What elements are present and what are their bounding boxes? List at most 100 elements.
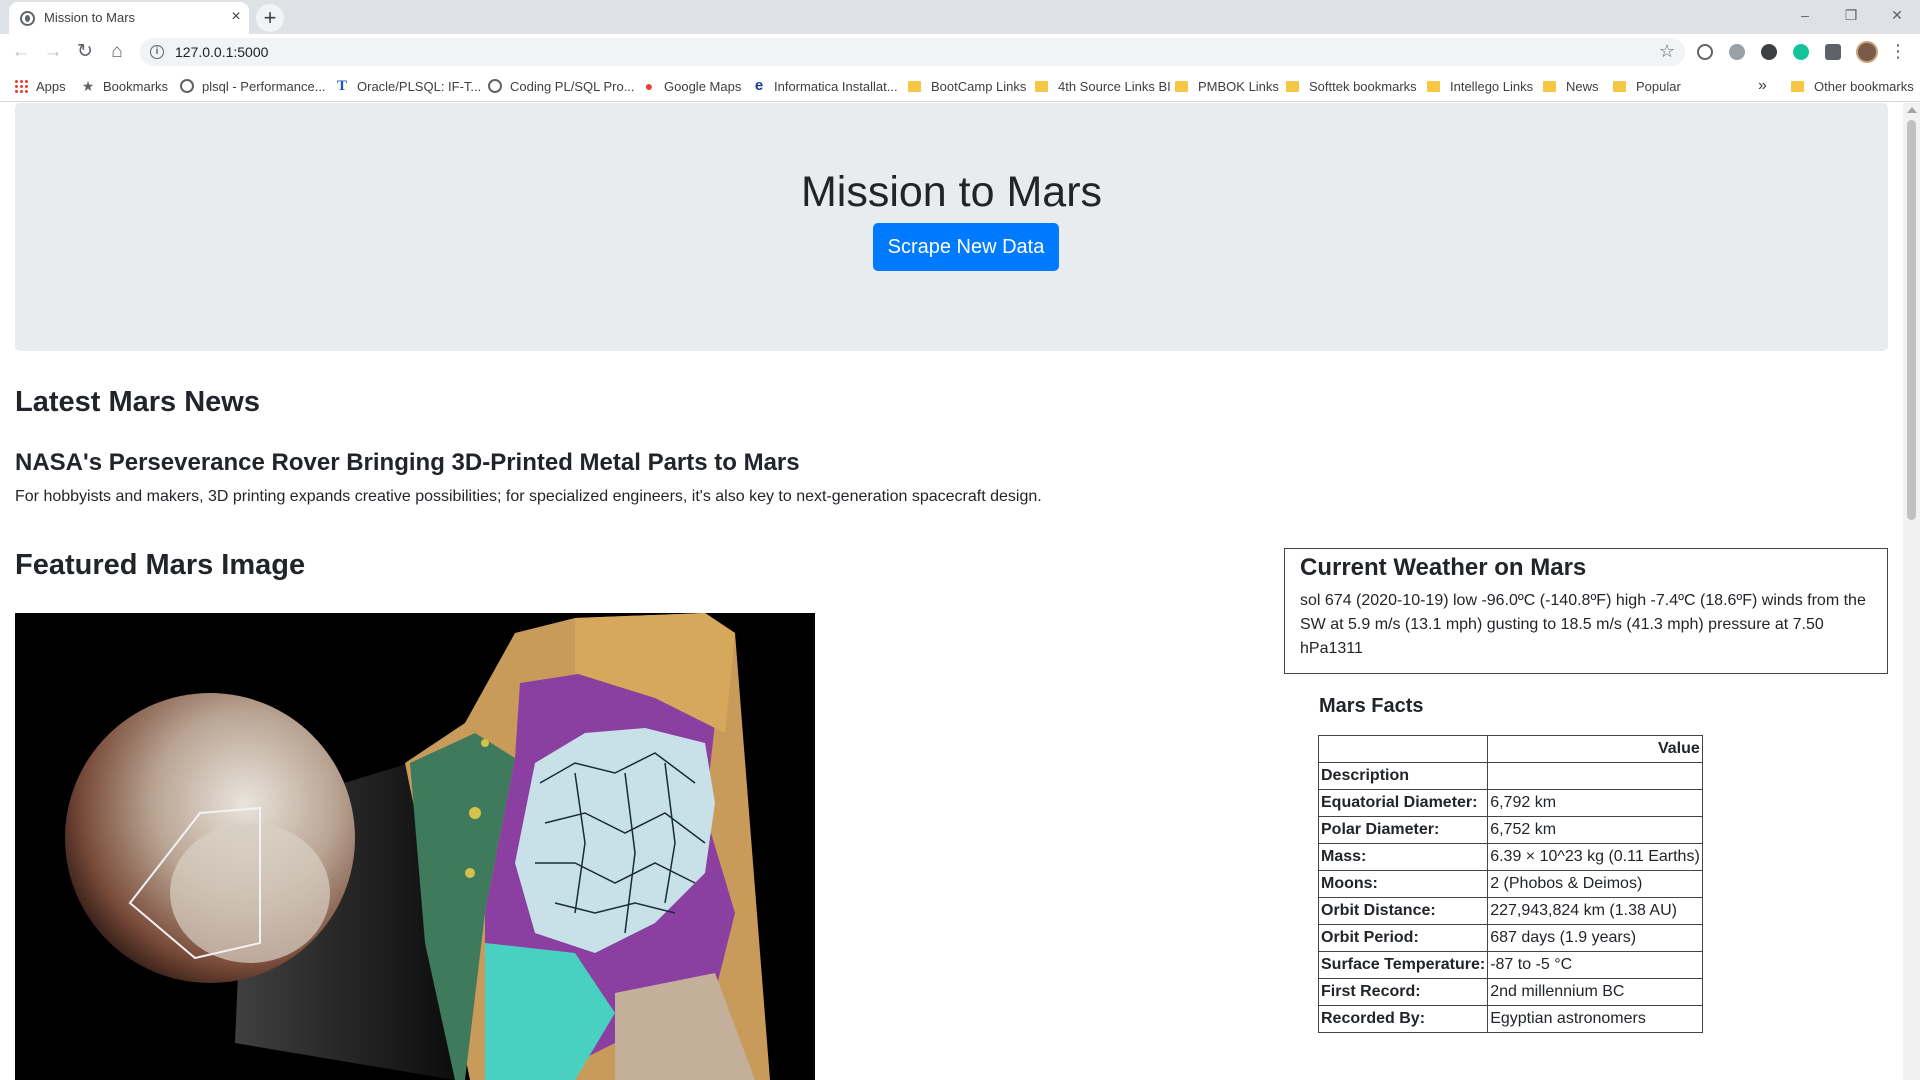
fact-value: 687 days (1.9 years) bbox=[1487, 924, 1703, 952]
mars-facts-table: Value Description Equatorial Diameter: 6,… bbox=[1317, 735, 1703, 1033]
minimize-button[interactable]: – bbox=[1790, 5, 1820, 25]
browser-tab[interactable]: Mission to Mars × bbox=[9, 2, 249, 34]
bookmark-news[interactable]: News bbox=[1543, 76, 1599, 96]
folder-icon bbox=[1613, 80, 1626, 92]
extension-gauge-icon[interactable] bbox=[1697, 44, 1713, 60]
folder-icon bbox=[1543, 80, 1556, 92]
apps-grid-icon bbox=[14, 79, 28, 93]
globe-icon bbox=[20, 11, 35, 26]
globe-icon bbox=[488, 79, 502, 93]
facts-header-row: Value bbox=[1317, 735, 1703, 763]
site-info-icon[interactable]: i bbox=[150, 45, 164, 59]
fact-value: 6,752 km bbox=[1487, 816, 1703, 844]
table-row: Moons: 2 (Phobos & Deimos) bbox=[1317, 870, 1703, 898]
bookmark-apps[interactable]: Apps bbox=[14, 76, 66, 96]
home-button[interactable]: ⌂ bbox=[104, 39, 130, 65]
scroll-up-arrow-icon[interactable] bbox=[1907, 107, 1917, 113]
bookmark-popular[interactable]: Popular bbox=[1613, 76, 1681, 96]
grammarly-icon[interactable] bbox=[1793, 44, 1809, 60]
table-row: Polar Diameter: 6,752 km bbox=[1317, 816, 1703, 844]
new-tab-button[interactable]: + bbox=[256, 4, 284, 32]
facts-header-value: Value bbox=[1487, 735, 1703, 763]
back-button[interactable]: ← bbox=[8, 39, 34, 65]
browser-tabstrip: Mission to Mars × + – ❐ ✕ bbox=[0, 0, 1920, 34]
table-row: Orbit Distance: 227,943,824 km (1.38 AU) bbox=[1317, 897, 1703, 925]
fact-value: 6,792 km bbox=[1487, 789, 1703, 817]
bookmark-bookmarks[interactable]: ★ Bookmarks bbox=[81, 76, 168, 96]
facts-index-row: Description bbox=[1317, 762, 1703, 790]
featured-image-graphic bbox=[15, 613, 815, 1080]
fact-value: 227,943,824 km (1.38 AU) bbox=[1487, 897, 1703, 925]
bookmark-plsql-performance[interactable]: plsql - Performance... bbox=[180, 76, 326, 96]
fact-label: Orbit Period: bbox=[1317, 924, 1489, 952]
map-pin-icon: ● bbox=[644, 78, 654, 94]
forward-button[interactable]: → bbox=[40, 39, 66, 65]
bookmarks-overflow-button[interactable]: » bbox=[1758, 76, 1767, 96]
table-row: Surface Temperature: -87 to -5 °C bbox=[1317, 951, 1703, 979]
bookmark-google-maps[interactable]: ● Google Maps bbox=[642, 76, 742, 96]
featured-mars-image[interactable] bbox=[15, 613, 815, 1080]
bookmark-coding-plsql[interactable]: Coding PL/SQL Pro... bbox=[488, 76, 635, 96]
fact-label: Moons: bbox=[1317, 870, 1489, 898]
featured-image-heading: Featured Mars Image bbox=[15, 549, 306, 581]
folder-icon bbox=[1035, 80, 1048, 92]
table-row: Equatorial Diameter: 6,792 km bbox=[1317, 789, 1703, 817]
folder-icon bbox=[1427, 80, 1440, 92]
bookmark-star-icon[interactable]: ☆ bbox=[1659, 41, 1675, 62]
bookmark-other-bookmarks[interactable]: Other bookmarks bbox=[1791, 76, 1914, 96]
facts-index-empty bbox=[1487, 762, 1703, 790]
restore-button[interactable]: ❐ bbox=[1836, 5, 1866, 25]
page-title: Mission to Mars bbox=[800, 168, 1103, 216]
fact-value: Egyptian astronomers bbox=[1487, 1005, 1703, 1033]
extensions-puzzle-icon[interactable] bbox=[1825, 44, 1841, 60]
bookmark-intellego-links[interactable]: Intellego Links bbox=[1427, 76, 1533, 96]
news-title: NASA's Perseverance Rover Bringing 3D-Pr… bbox=[15, 449, 800, 476]
weather-heading: Current Weather on Mars bbox=[1300, 554, 1587, 581]
bookmarks-bar: Apps ★ Bookmarks plsql - Performance... T… bbox=[0, 70, 1920, 102]
fact-value: 2 (Phobos & Deimos) bbox=[1487, 870, 1703, 898]
folder-icon bbox=[908, 80, 921, 92]
url-text: 127.0.0.1:5000 bbox=[175, 44, 269, 60]
scrape-new-data-button[interactable]: Scrape New Data bbox=[873, 223, 1059, 271]
bookmark-softtek[interactable]: Softtek bookmarks bbox=[1286, 76, 1417, 96]
facts-header-key bbox=[1317, 735, 1489, 763]
t-icon: T bbox=[336, 78, 347, 94]
tab-title: Mission to Mars bbox=[44, 10, 136, 25]
fact-value: 6.39 × 10^23 kg (0.11 Earths) bbox=[1487, 843, 1703, 871]
weather-text: sol 674 (2020-10-19) low -96.0ºC (-140.8… bbox=[1300, 592, 1866, 657]
table-row: First Record: 2nd millennium BC bbox=[1317, 978, 1703, 1006]
fact-label: Surface Temperature: bbox=[1317, 951, 1489, 979]
browser-menu-icon[interactable]: ⋮ bbox=[1889, 40, 1907, 62]
jumbotron: Mission to Mars Scrape New Data bbox=[15, 103, 1888, 351]
folder-icon bbox=[1175, 80, 1188, 92]
profile-avatar[interactable] bbox=[1856, 41, 1878, 63]
globe-icon bbox=[180, 79, 194, 93]
e-icon: e bbox=[754, 77, 764, 94]
fact-label: Orbit Distance: bbox=[1317, 897, 1489, 925]
bookmark-bootcamp-links[interactable]: BootCamp Links bbox=[908, 76, 1026, 96]
bookmark-oracle-plsql[interactable]: T Oracle/PLSQL: IF-T... bbox=[335, 76, 481, 96]
bookmark-informatica[interactable]: e Informatica Installat... bbox=[752, 76, 898, 96]
address-bar[interactable]: i 127.0.0.1:5000 ☆ bbox=[140, 38, 1685, 66]
close-tab-icon[interactable]: × bbox=[226, 7, 246, 27]
fact-value: -87 to -5 °C bbox=[1487, 951, 1703, 979]
fact-label: Recorded By: bbox=[1317, 1005, 1489, 1033]
close-window-button[interactable]: ✕ bbox=[1882, 5, 1912, 25]
reload-button[interactable]: ↻ bbox=[72, 39, 98, 65]
news-paragraph: For hobbyists and makers, 3D printing ex… bbox=[15, 488, 1042, 505]
fact-label: Equatorial Diameter: bbox=[1317, 789, 1489, 817]
table-row: Mass: 6.39 × 10^23 kg (0.11 Earths) bbox=[1317, 843, 1703, 871]
page-scrollbar[interactable] bbox=[1903, 103, 1920, 1080]
page-viewport: Mission to Mars Scrape New Data Latest M… bbox=[0, 103, 1920, 1080]
extension-circle-icon[interactable] bbox=[1729, 44, 1745, 60]
scroll-thumb[interactable] bbox=[1907, 120, 1916, 520]
table-row: Orbit Period: 687 days (1.9 years) bbox=[1317, 924, 1703, 952]
fact-label: Polar Diameter: bbox=[1317, 816, 1489, 844]
bookmark-pmbok-links[interactable]: PMBOK Links bbox=[1175, 76, 1279, 96]
extension-dark-mode-icon[interactable] bbox=[1761, 44, 1777, 60]
bookmark-4th-source[interactable]: 4th Source Links BI bbox=[1035, 76, 1171, 96]
latest-news-heading: Latest Mars News bbox=[15, 386, 260, 418]
folder-icon bbox=[1791, 80, 1804, 92]
facts-index-label: Description bbox=[1317, 762, 1489, 790]
folder-icon bbox=[1286, 80, 1299, 92]
